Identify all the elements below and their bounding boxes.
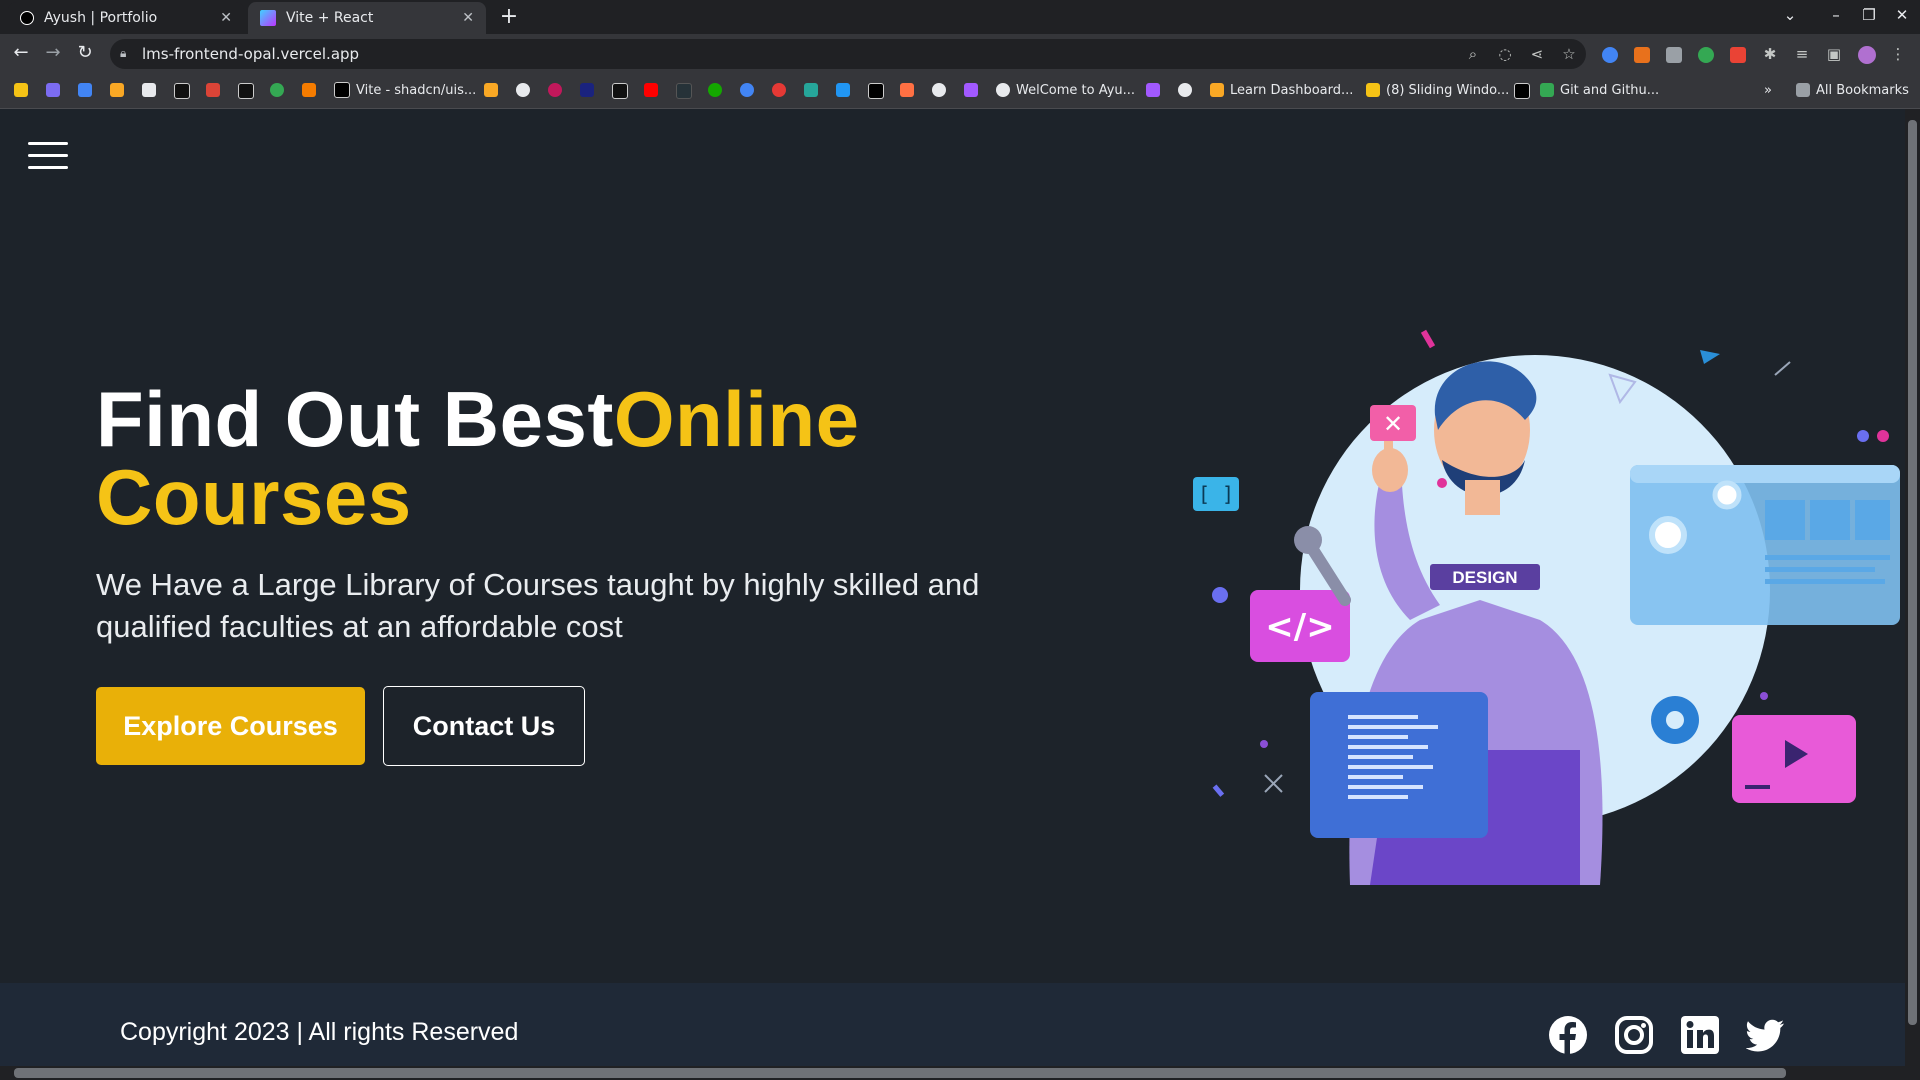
vertical-scroll-thumb[interactable] <box>1908 120 1917 1025</box>
figma-icon[interactable] <box>1146 83 1160 97</box>
bookmark-shadcn[interactable]: Vite - shadcn/uis... <box>334 80 476 100</box>
tab-vite-react[interactable]: Vite + React ✕ <box>248 2 486 34</box>
bookmark-icon[interactable] <box>14 83 28 97</box>
bookmark-learn-dashboard[interactable]: Learn Dashboard... <box>1210 80 1353 100</box>
bookmark-icon[interactable] <box>142 83 156 97</box>
eye-off-icon[interactable]: ◌ <box>1495 45 1515 63</box>
extension-chrome-icon[interactable] <box>1602 47 1618 63</box>
bookmark-icon[interactable] <box>836 83 850 97</box>
zoom-icon[interactable]: ⌕ <box>1463 45 1483 63</box>
bookmark-welcome[interactable]: WelCome to Ayu... <box>996 80 1135 100</box>
globe-icon <box>996 83 1010 97</box>
bookmark-icon[interactable] <box>580 83 594 97</box>
minimize-icon[interactable]: – <box>1824 6 1848 24</box>
bookmark-icon[interactable] <box>772 83 786 97</box>
extension-red-icon[interactable] <box>1730 47 1746 63</box>
menu-dots-icon[interactable]: ⋮ <box>1888 45 1908 63</box>
share-icon[interactable]: ⋖ <box>1527 45 1547 63</box>
bookmark-icon[interactable] <box>804 83 818 97</box>
restore-icon[interactable]: ❐ <box>1857 6 1881 24</box>
bookmark-icon[interactable] <box>676 83 692 99</box>
heading-white-text: Find Out Best <box>96 375 614 463</box>
close-tab-icon[interactable]: ✕ <box>220 10 232 26</box>
back-icon[interactable]: ← <box>10 42 32 63</box>
extension-grey-icon[interactable] <box>1666 47 1682 63</box>
figma-icon[interactable] <box>964 83 978 97</box>
github-icon[interactable] <box>1178 83 1192 97</box>
copyright-text: Copyright 2023 | All rights Reserved <box>120 1018 519 1046</box>
bookmark-icon[interactable] <box>548 83 562 97</box>
extension-orange-icon[interactable] <box>1634 47 1650 63</box>
bookmark-icon[interactable] <box>900 83 914 97</box>
shadcn-icon <box>334 82 350 98</box>
hero-subtext: We Have a Large Library of Courses taugh… <box>96 567 980 644</box>
all-bookmarks[interactable]: All Bookmarks <box>1796 80 1909 100</box>
bookmark-icon <box>1366 83 1380 97</box>
bookmark-icon[interactable] <box>932 83 946 97</box>
tab-title: Vite + React <box>286 10 374 26</box>
bookmark-icon[interactable] <box>206 83 220 97</box>
vite-favicon-icon <box>260 10 276 26</box>
svg-text:</>: </> <box>1265 607 1334 647</box>
design-badge: DESIGN <box>1452 568 1517 587</box>
url-text[interactable]: lms-frontend-opal.vercel.app <box>142 45 359 63</box>
lock-icon[interactable]: 🔒︎ <box>120 46 126 61</box>
bookmark-icon[interactable] <box>516 83 530 97</box>
bookmark-icon[interactable] <box>612 83 628 99</box>
youtube-icon[interactable] <box>644 83 658 97</box>
bookmark-star-icon[interactable]: ☆ <box>1559 45 1579 63</box>
bookmark-icon[interactable] <box>484 83 498 97</box>
extensions-puzzle-icon[interactable]: ✱ <box>1760 45 1780 63</box>
profile-avatar[interactable] <box>1858 46 1876 64</box>
heading-highlight-online: Online <box>613 375 860 463</box>
bookmark-icon[interactable] <box>46 83 60 97</box>
bookmark-icon[interactable] <box>110 83 124 97</box>
hero-illustration: [ ] DESIGN ✕ </> <box>1193 329 1900 885</box>
tab-title: Ayush | Portfolio <box>44 10 158 26</box>
close-window-icon[interactable]: ✕ <box>1890 6 1914 24</box>
instagram-icon[interactable] <box>1614 1015 1654 1055</box>
contact-us-button[interactable]: Contact Us <box>383 686 585 766</box>
bookmark-icon[interactable] <box>174 83 190 99</box>
extension-green-icon[interactable] <box>1698 47 1714 63</box>
bookmark-sliding-window[interactable]: (8) Sliding Windo... <box>1366 80 1509 100</box>
close-tab-icon[interactable]: ✕ <box>462 10 474 26</box>
tab-search-icon[interactable]: ⌄ <box>1778 6 1802 24</box>
explore-courses-button[interactable]: Explore Courses <box>96 687 365 765</box>
twitter-icon[interactable] <box>1746 1015 1786 1055</box>
drive-icon <box>1540 83 1554 97</box>
svg-text:✕: ✕ <box>1383 410 1403 438</box>
facebook-icon[interactable] <box>1548 1015 1588 1055</box>
new-tab-button[interactable]: + <box>496 4 522 30</box>
bookmark-icon[interactable] <box>868 83 884 99</box>
svg-text:[ ]: [ ] <box>1198 482 1234 506</box>
forward-icon[interactable]: → <box>42 42 64 63</box>
side-panel-icon[interactable]: ▣ <box>1824 45 1844 63</box>
heading-highlight-courses: Courses <box>96 453 412 541</box>
linkedin-icon[interactable] <box>1680 1015 1720 1055</box>
bookmark-icon[interactable] <box>740 83 754 97</box>
upwork-icon[interactable] <box>708 83 722 97</box>
portfolio-favicon-icon <box>20 11 34 25</box>
bookmark-icon[interactable] <box>270 83 284 97</box>
horizontal-scroll-thumb[interactable] <box>14 1068 1786 1078</box>
media-icon[interactable]: ≡ <box>1792 45 1812 63</box>
bookmark-icon[interactable] <box>78 83 92 97</box>
folder-icon <box>1796 83 1810 97</box>
bookmarks-overflow[interactable]: » <box>1764 80 1772 100</box>
tab-portfolio[interactable]: Ayush | Portfolio ✕ <box>8 2 244 34</box>
dev-icon[interactable] <box>1514 83 1530 99</box>
hero-heading: Find Out BestOnline Courses <box>96 380 996 536</box>
reload-icon[interactable]: ↻ <box>74 42 96 63</box>
bookmark-icon[interactable] <box>302 83 316 97</box>
hamburger-menu-icon[interactable] <box>28 142 68 170</box>
codecademy-icon <box>1210 83 1224 97</box>
bookmark-git-github[interactable]: Git and Githu... <box>1540 80 1659 100</box>
bookmark-icon[interactable] <box>238 83 254 99</box>
